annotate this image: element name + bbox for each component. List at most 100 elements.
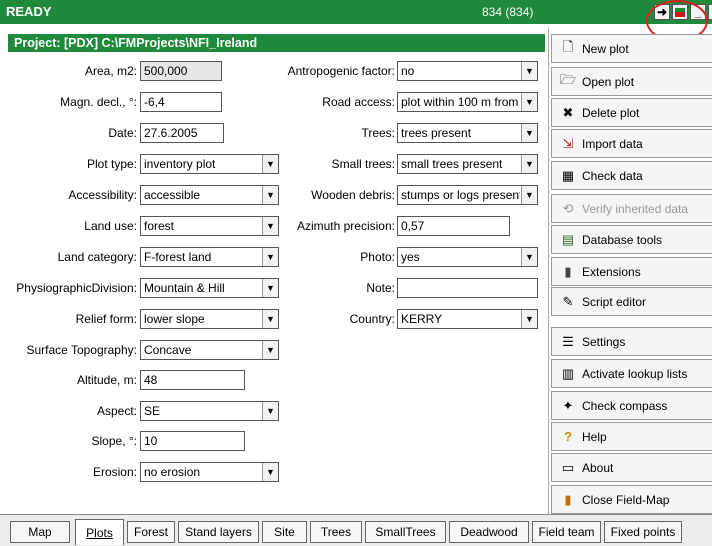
field-value: trees present — [401, 126, 472, 140]
chevron-down-icon[interactable]: ▼ — [521, 248, 537, 266]
import-data-icon: ⇲ — [562, 135, 574, 151]
arrow-right-icon[interactable]: ➜ — [654, 4, 670, 20]
help-button[interactable]: ? Help — [551, 422, 712, 451]
check-data-icon: ▦ — [561, 167, 575, 183]
chevron-down-icon[interactable]: ▼ — [262, 155, 278, 173]
left-label-area-m2: Area, m2: — [84, 64, 137, 78]
check-compass-button[interactable]: ✦ Check compass — [551, 391, 712, 420]
tab-site[interactable]: Site — [262, 521, 307, 543]
button-label: Check data — [582, 168, 643, 183]
lookup-icon: ▥ — [561, 365, 575, 381]
minimize-icon[interactable]: _ — [690, 4, 706, 20]
right-label-wooden-debris: Wooden debris: — [311, 188, 395, 202]
button-label: Settings — [582, 334, 626, 349]
trees-select[interactable]: trees present ▼ — [397, 123, 538, 143]
left-label-altitude-m: Altitude, m: — [76, 373, 137, 387]
database-tools-button[interactable]: ▤ Database tools — [551, 225, 712, 254]
aspect-select[interactable]: SE ▼ — [140, 401, 279, 421]
date-input[interactable]: 27.6.2005 — [140, 123, 224, 143]
physiographicdivision-select[interactable]: Mountain & Hill ▼ — [140, 278, 279, 298]
chevron-down-icon[interactable]: ▼ — [262, 279, 278, 297]
chevron-down-icon[interactable]: ▼ — [521, 62, 537, 80]
tab-stand-layers[interactable]: Stand layers — [178, 521, 259, 543]
field-value: inventory plot — [144, 157, 216, 171]
antropogenic-factor-select[interactable]: no ▼ — [397, 61, 538, 81]
chevron-down-icon[interactable]: ▼ — [262, 310, 278, 328]
extensions-button[interactable]: ▮ Extensions — [551, 257, 712, 286]
left-label-land-category: Land category: — [57, 250, 137, 264]
project-title: Project: [PDX] C:\FMProjects\NFI_Ireland — [8, 34, 545, 52]
delete-plot-button[interactable]: ✖ Delete plot — [551, 98, 712, 127]
import-data-button[interactable]: ⇲ Import data — [551, 129, 712, 158]
chevron-down-icon[interactable]: ▼ — [521, 186, 537, 204]
button-label: Extensions — [582, 264, 641, 279]
wooden-debris-select[interactable]: stumps or logs present ▼ — [397, 185, 538, 205]
field-value: 27.6.2005 — [144, 126, 198, 140]
about-icon: ▭ — [561, 459, 575, 475]
road-access-select[interactable]: plot within 100 m from ▼ — [397, 92, 538, 112]
button-label: Script editor — [582, 294, 647, 309]
plot-type-select[interactable]: inventory plot ▼ — [140, 154, 279, 174]
chevron-down-icon[interactable]: ▼ — [521, 93, 537, 111]
chevron-down-icon[interactable]: ▼ — [262, 463, 278, 481]
country-select[interactable]: KERRY ▼ — [397, 309, 538, 329]
open-plot-button[interactable]: 🗁 Open plot — [551, 67, 712, 96]
tab-map[interactable]: Map — [10, 521, 70, 543]
new-plot-button[interactable]: 🗋 New plot — [551, 34, 712, 63]
land-category-select[interactable]: F-forest land ▼ — [140, 247, 279, 267]
right-label-small-trees: Small trees: — [331, 157, 395, 171]
field-value: plot within 100 m from — [401, 95, 519, 109]
delete-plot-icon: ✖ — [562, 104, 574, 120]
chevron-down-icon[interactable]: ▼ — [262, 402, 278, 420]
accessibility-select[interactable]: accessible ▼ — [140, 185, 279, 205]
chevron-down-icon[interactable]: ▼ — [521, 155, 537, 173]
land-use-select[interactable]: forest ▼ — [140, 216, 279, 236]
tab-fixed-points[interactable]: Fixed points — [604, 521, 682, 543]
tab-trees[interactable]: Trees — [310, 521, 362, 543]
tab-plots[interactable]: Plots — [75, 519, 124, 545]
check-data-button[interactable]: ▦ Check data — [551, 161, 712, 190]
activate-lookup-lists-button[interactable]: ▥ Activate lookup lists — [551, 359, 712, 388]
tab-forest[interactable]: Forest — [127, 521, 175, 543]
chevron-down-icon[interactable]: ▼ — [262, 341, 278, 359]
window-control-edge[interactable] — [708, 4, 712, 20]
slope-input[interactable]: 10 — [140, 431, 245, 451]
chevron-down-icon[interactable]: ▼ — [262, 217, 278, 235]
close-field-map-button[interactable]: ▮ Close Field-Map — [551, 485, 712, 514]
flag-icon[interactable] — [672, 4, 688, 20]
field-value: 0,57 — [401, 219, 425, 233]
relief-form-select[interactable]: lower slope ▼ — [140, 309, 279, 329]
altitude-m-input[interactable]: 48 — [140, 370, 245, 390]
area-m2-input: 500,000 — [140, 61, 222, 81]
azimuth-precision-input[interactable]: 0,57 — [397, 216, 510, 236]
chevron-down-icon[interactable]: ▼ — [521, 310, 537, 328]
about-button[interactable]: ▭ About — [551, 453, 712, 482]
left-label-date: Date: — [108, 126, 137, 140]
verify-inherited-data-button[interactable]: ⟲ Verify inherited data — [551, 194, 712, 223]
chevron-down-icon[interactable]: ▼ — [262, 248, 278, 266]
field-value: no erosion — [144, 465, 201, 479]
chevron-down-icon[interactable]: ▼ — [521, 124, 537, 142]
help-icon: ? — [564, 429, 572, 444]
script-editor-button[interactable]: ✎ Script editor — [551, 287, 712, 316]
tab-field-team[interactable]: Field team — [532, 521, 601, 543]
tab-smalltrees[interactable]: SmallTrees — [365, 521, 446, 543]
erosion-select[interactable]: no erosion ▼ — [140, 462, 279, 482]
sidebar: 🗋 New plot 🗁 Open plot ✖ Delete plot ⇲ Import d… — [548, 28, 712, 514]
button-label: Open plot — [582, 74, 635, 89]
database-icon: ▤ — [561, 231, 575, 247]
left-label-surface-topography: Surface Topography: — [26, 343, 137, 357]
photo-select[interactable]: yes ▼ — [397, 247, 538, 267]
record-count: 834 (834) — [482, 5, 534, 19]
small-trees-select[interactable]: small trees present ▼ — [397, 154, 538, 174]
status-bar: READY 834 (834) ➜ _ — [0, 0, 712, 24]
chevron-down-icon[interactable]: ▼ — [262, 186, 278, 204]
tab-deadwood[interactable]: Deadwood — [449, 521, 529, 543]
right-label-road-access: Road access: — [322, 95, 395, 109]
surface-topography-select[interactable]: Concave ▼ — [140, 340, 279, 360]
note-input[interactable] — [397, 278, 538, 298]
settings-button[interactable]: ☰ Settings — [551, 327, 712, 356]
magn-decl-input[interactable]: -6,4 — [140, 92, 222, 112]
script-icon: ✎ — [562, 293, 574, 309]
new-plot-icon: 🗋 — [562, 38, 574, 54]
